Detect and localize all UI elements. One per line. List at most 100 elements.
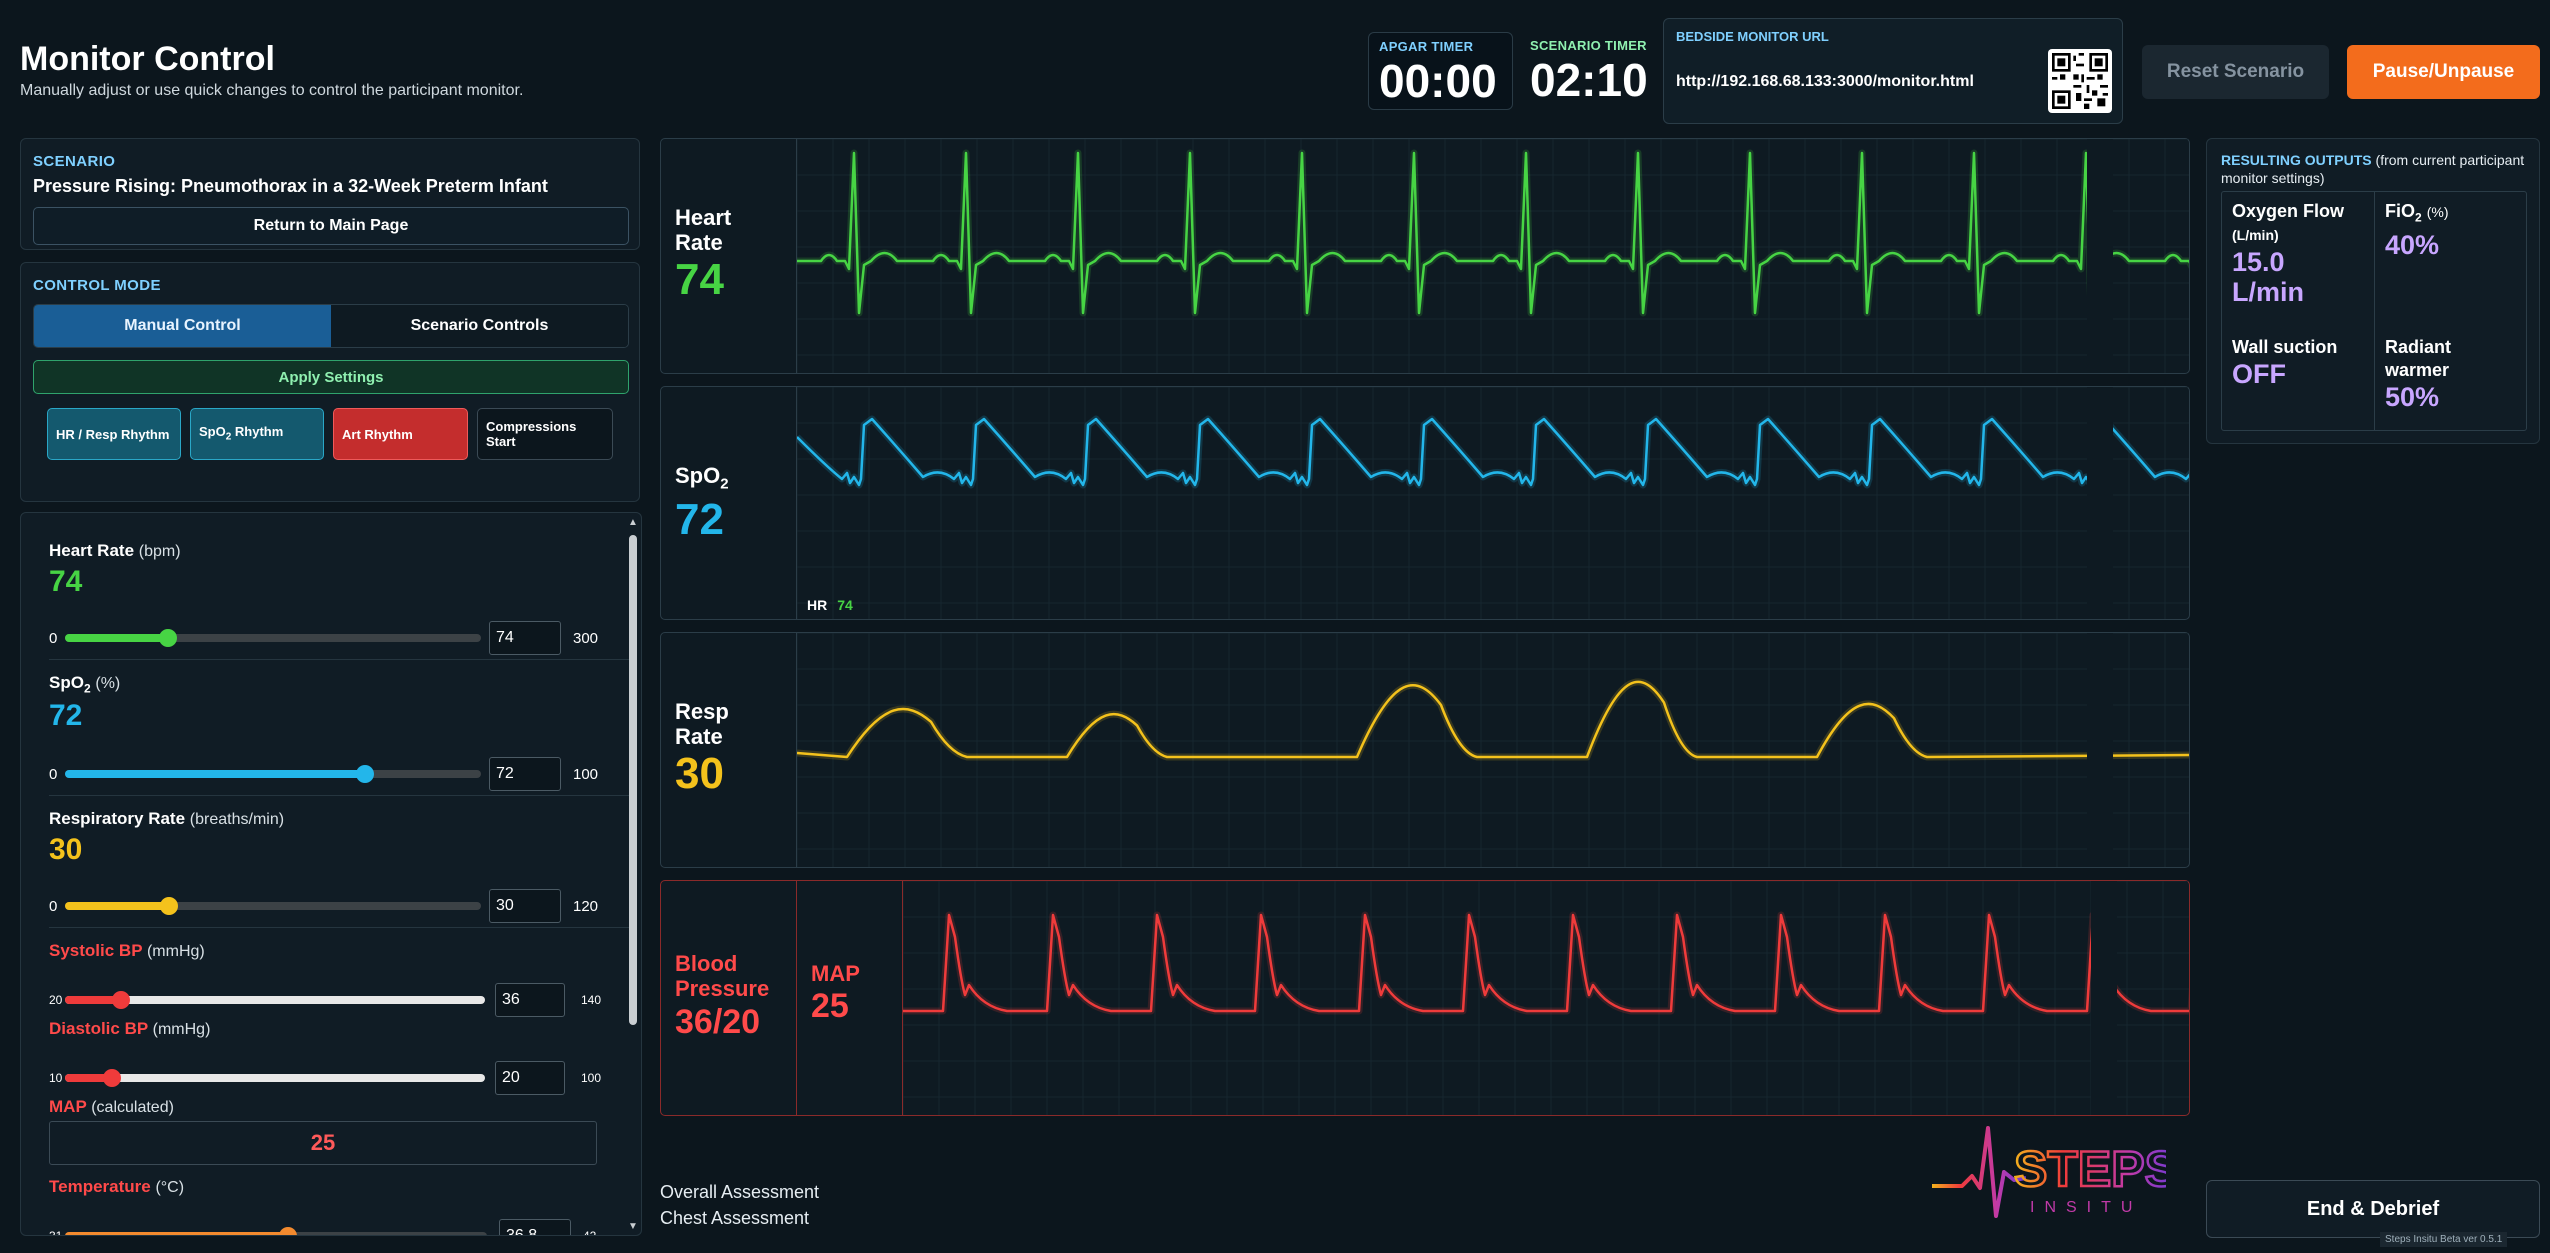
temperature-handle[interactable] (278, 1227, 297, 1235)
end-debrief-button[interactable]: End & Debrief (2206, 1180, 2540, 1238)
resp-rate-value: 30 (49, 833, 83, 866)
qr-code-icon (2048, 49, 2112, 113)
resp-rate-slider[interactable] (65, 897, 481, 915)
diastolic-bp-max: 100 (581, 1071, 602, 1085)
scenario-timer-value: 02:10 (1530, 54, 1648, 106)
systolic-bp-slider[interactable] (65, 991, 485, 1009)
spo2-fill (65, 770, 365, 778)
apgar-timer-label: APGAR TIMER (1379, 39, 1474, 54)
diastolic-bp-input[interactable]: 20 (495, 1061, 565, 1095)
sweep-gap (2087, 387, 2113, 619)
resp-line-glow (797, 678, 2189, 761)
map-trace-value: 25 (811, 987, 849, 1025)
trace-separator (796, 881, 797, 1115)
radiant-warmer-label: Radiant warmer (2385, 337, 2452, 380)
pleth-waveform (797, 387, 2189, 619)
map-trace-label: MAP (811, 961, 860, 986)
resp-rate-control: Respiratory Rate (breaths/min) 30 (49, 809, 629, 867)
control-mode-panel: CONTROL MODE Manual Control Scenario Con… (20, 262, 640, 502)
fio2-output: FiO2 (%) 40% (2375, 192, 2527, 268)
scrollbar-thumb[interactable] (629, 535, 637, 1025)
spo2-input[interactable]: 72 (489, 757, 561, 791)
heart-rate-slider-row: 0 74 300 (49, 621, 629, 655)
reset-scenario-button[interactable]: Reset Scenario (2142, 45, 2329, 99)
blood-pressure-trace-label: Blood Pressure (675, 951, 770, 1001)
wall-suction-value: OFF (2232, 359, 2286, 389)
ecg-line-glow (797, 149, 2189, 317)
oxygen-flow-value: 15.0 L/min (2232, 247, 2304, 307)
spo2-name: SpO2 (%) (49, 673, 121, 696)
control-mode-tabs: Manual Control Scenario Controls (33, 304, 629, 348)
apply-settings-button[interactable]: Apply Settings (33, 360, 629, 394)
temperature-name: Temperature (°C) (49, 1177, 185, 1196)
heart-rate-slider[interactable] (65, 629, 481, 647)
map-calculated-value: 25 (49, 1121, 597, 1165)
systolic-bp-control: Systolic BP (mmHg) (49, 941, 629, 961)
tab-scenario-controls[interactable]: Scenario Controls (331, 305, 628, 347)
blood-pressure-trace-value: 36/20 (675, 1003, 761, 1041)
blood-pressure-trace: Blood Pressure 36/20 MAP 25 (660, 880, 2190, 1116)
return-to-main-button[interactable]: Return to Main Page (33, 207, 629, 245)
temperature-max: 42 (583, 1229, 597, 1236)
sweep-gap (2087, 633, 2113, 867)
spo2-slider-row: 0 72 100 (49, 757, 629, 791)
fio2-label: FiO2 (%) (2385, 201, 2449, 225)
diastolic-bp-control: Diastolic BP (mmHg) (49, 1019, 629, 1039)
overall-assessment-link[interactable]: Overall Assessment (660, 1182, 819, 1203)
systolic-bp-handle[interactable] (111, 991, 130, 1009)
diastolic-bp-slider[interactable] (65, 1069, 485, 1087)
scenario-panel: SCENARIO Pressure Rising: Pneumothorax i… (20, 138, 640, 250)
heart-rate-max: 300 (573, 629, 599, 647)
chest-assessment-link[interactable]: Chest Assessment (660, 1208, 809, 1229)
logo-subtext: INSITU (2030, 1199, 2142, 1216)
tab-manual-control[interactable]: Manual Control (34, 305, 331, 347)
logo-text: STEPS (2014, 1141, 2166, 1197)
diastolic-bp-handle[interactable] (102, 1069, 121, 1087)
temperature-slider-row: 31 36.8 42 (49, 1219, 629, 1236)
bedside-monitor-url: BEDSIDE MONITOR URL http://192.168.68.13… (1663, 18, 2123, 124)
spo2-control: SpO2 (%) 72 (49, 673, 629, 733)
pause-unpause-button[interactable]: Pause/Unpause (2347, 45, 2540, 99)
sweep-gap (2091, 881, 2117, 1115)
resp-rate-input[interactable]: 30 (489, 889, 561, 923)
scroll-up-icon[interactable]: ▲ (627, 517, 639, 529)
temperature-input[interactable]: 36.8 (499, 1219, 571, 1235)
hr-resp-rhythm-button[interactable]: HR / Resp Rhythm (47, 408, 181, 460)
ecg-waveform (797, 139, 2189, 373)
resp-rate-max: 120 (573, 897, 599, 915)
heart-rate-trace: Heart Rate 74 (660, 138, 2190, 374)
resulting-outputs-panel: RESULTING OUTPUTS (from current particip… (2206, 138, 2540, 444)
heart-rate-value: 74 (49, 565, 83, 598)
spo2-handle[interactable] (355, 765, 374, 783)
bedside-url-text[interactable]: http://192.168.68.133:3000/monitor.html (1676, 73, 1974, 91)
heart-rate-trace-value: 74 (675, 255, 724, 304)
heart-rate-input[interactable]: 74 (489, 621, 561, 655)
apgar-timer-value: 00:00 (1379, 55, 1497, 107)
resp-rate-trace-label: Resp Rate (675, 699, 729, 749)
heart-rate-handle[interactable] (158, 629, 177, 647)
diastolic-bp-slider-row: 10 20 100 (49, 1061, 629, 1095)
systolic-bp-input[interactable]: 36 (495, 983, 565, 1017)
resp-waveform (797, 633, 2189, 867)
temperature-slider[interactable] (65, 1227, 487, 1235)
spo2-slider[interactable] (65, 765, 481, 783)
systolic-bp-max: 140 (581, 993, 602, 1007)
compressions-start-button[interactable]: Compressions Start (477, 408, 613, 460)
diastolic-bp-name: Diastolic BP (mmHg) (49, 1019, 211, 1038)
steps-insitu-logo: STEPS INSITU (1930, 1120, 2179, 1235)
resp-rate-trace: Resp Rate 30 (660, 632, 2190, 868)
heart-rate-control: Heart Rate (bpm) 74 (49, 541, 629, 599)
spo2-trace: SpO2 72 HR 74 (660, 386, 2190, 620)
art-rhythm-button[interactable]: Art Rhythm (333, 408, 468, 460)
radiant-warmer-value: 50% (2385, 382, 2440, 412)
oxygen-flow-output: Oxygen Flow (L/min) 15.0 L/min (2222, 192, 2374, 315)
scenario-name: Pressure Rising: Pneumothorax in a 32-We… (33, 176, 548, 196)
spo2-trace-label: SpO2 (675, 463, 729, 493)
spo2-rhythm-button[interactable]: SpO2 Rhythm (190, 408, 324, 460)
spo2-rhythm-label: SpO2 Rhythm (199, 423, 284, 443)
spo2-max: 100 (573, 765, 599, 783)
resp-rate-handle[interactable] (160, 897, 178, 915)
resp-rate-fill (65, 902, 169, 910)
arterial-line-glow (903, 911, 2189, 1015)
heart-rate-name: Heart Rate (bpm) (49, 541, 181, 560)
